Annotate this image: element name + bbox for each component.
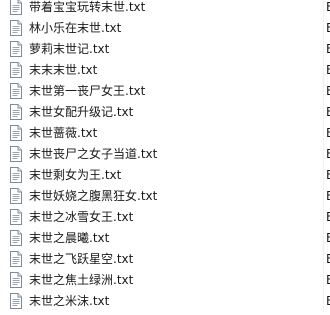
file-row[interactable]: 末世丧尸之女子当道.txt E — [0, 144, 330, 165]
file-name: 末世之飞跃星空.txt — [29, 252, 134, 266]
file-type-cell: E — [326, 273, 330, 287]
column-divider — [323, 291, 324, 312]
file-name: 末世之焦土绿洲.txt — [29, 273, 134, 287]
file-type-cell: E — [326, 210, 330, 224]
file-type-cell: E — [326, 168, 330, 182]
text-file-icon — [9, 251, 23, 267]
file-row[interactable]: 末末末世.txt E — [0, 60, 330, 81]
file-row[interactable]: 末世之冰雪女王.txt E — [0, 207, 330, 228]
text-file-icon — [9, 272, 23, 288]
file-name: 末世丧尸之女子当道.txt — [29, 147, 158, 161]
text-file-icon — [9, 104, 23, 120]
file-type-cell: E — [326, 231, 330, 245]
file-type-cell: E — [326, 84, 330, 98]
text-file-icon — [9, 62, 23, 78]
text-file-icon — [9, 146, 23, 162]
file-row[interactable]: 末世妖娆之腹黑狂女.txt E — [0, 186, 330, 207]
text-file-icon — [9, 20, 23, 36]
column-divider — [323, 123, 324, 144]
file-row[interactable]: 末世蔷薇.txt E — [0, 123, 330, 144]
file-row[interactable]: 末世之飞跃星空.txt E — [0, 249, 330, 270]
file-type-cell: E — [326, 294, 330, 308]
column-divider — [323, 207, 324, 228]
column-divider — [323, 60, 324, 81]
file-name: 末末末世.txt — [29, 63, 98, 77]
text-file-icon — [9, 83, 23, 99]
file-type-cell: E — [326, 147, 330, 161]
column-divider — [323, 0, 324, 18]
file-name: 末世剩女为王.txt — [29, 168, 122, 182]
file-type-cell: E — [326, 126, 330, 140]
column-divider — [323, 228, 324, 249]
column-divider — [323, 18, 324, 39]
column-divider — [323, 39, 324, 60]
column-divider — [323, 186, 324, 207]
column-divider — [323, 144, 324, 165]
file-list: 带着宝宝玩转末世.txt E 林小乐在末世.txt E 萝莉末世记.txt E 末末末世.t… — [0, 0, 330, 315]
file-row[interactable]: 末世之米沫.txt E — [0, 291, 330, 312]
file-name: 林小乐在末世.txt — [29, 21, 122, 35]
text-file-icon — [9, 167, 23, 183]
file-type-cell: E — [326, 21, 330, 35]
column-divider — [323, 270, 324, 291]
text-file-icon — [9, 0, 23, 15]
file-name: 末世蔷薇.txt — [29, 126, 98, 140]
file-name: 带着宝宝玩转末世.txt — [29, 0, 146, 14]
file-name: 末世妖娆之腹黑狂女.txt — [29, 189, 158, 203]
text-file-icon — [9, 293, 23, 309]
file-type-cell: E — [326, 105, 330, 119]
text-file-icon — [9, 188, 23, 204]
file-type-cell: E — [326, 189, 330, 203]
column-divider — [323, 102, 324, 123]
file-row[interactable]: 末世剩女为王.txt E — [0, 165, 330, 186]
file-name: 末世女配升级记.txt — [29, 105, 134, 119]
file-type-cell: E — [326, 63, 330, 77]
file-row[interactable]: 末世之晨曦.txt E — [0, 228, 330, 249]
text-file-icon — [9, 125, 23, 141]
column-divider — [323, 165, 324, 186]
file-type-cell: E — [326, 252, 330, 266]
file-row[interactable]: 末世第一丧尸女王.txt E — [0, 81, 330, 102]
file-type-cell: E — [326, 0, 330, 14]
text-file-icon — [9, 41, 23, 57]
file-row[interactable]: 末世之焦土绿洲.txt E — [0, 270, 330, 291]
file-name: 末世之晨曦.txt — [29, 231, 110, 245]
file-name: 末世之米沫.txt — [29, 294, 110, 308]
file-row[interactable]: 带着宝宝玩转末世.txt E — [0, 0, 330, 18]
text-file-icon — [9, 230, 23, 246]
column-divider — [323, 249, 324, 270]
column-divider — [323, 81, 324, 102]
file-row[interactable]: 末世女配升级记.txt E — [0, 102, 330, 123]
file-name: 萝莉末世记.txt — [29, 42, 110, 56]
file-row[interactable]: 萝莉末世记.txt E — [0, 39, 330, 60]
text-file-icon — [9, 209, 23, 225]
file-type-cell: E — [326, 42, 330, 56]
file-row[interactable]: 林小乐在末世.txt E — [0, 18, 330, 39]
file-name: 末世之冰雪女王.txt — [29, 210, 134, 224]
file-name: 末世第一丧尸女王.txt — [29, 84, 146, 98]
